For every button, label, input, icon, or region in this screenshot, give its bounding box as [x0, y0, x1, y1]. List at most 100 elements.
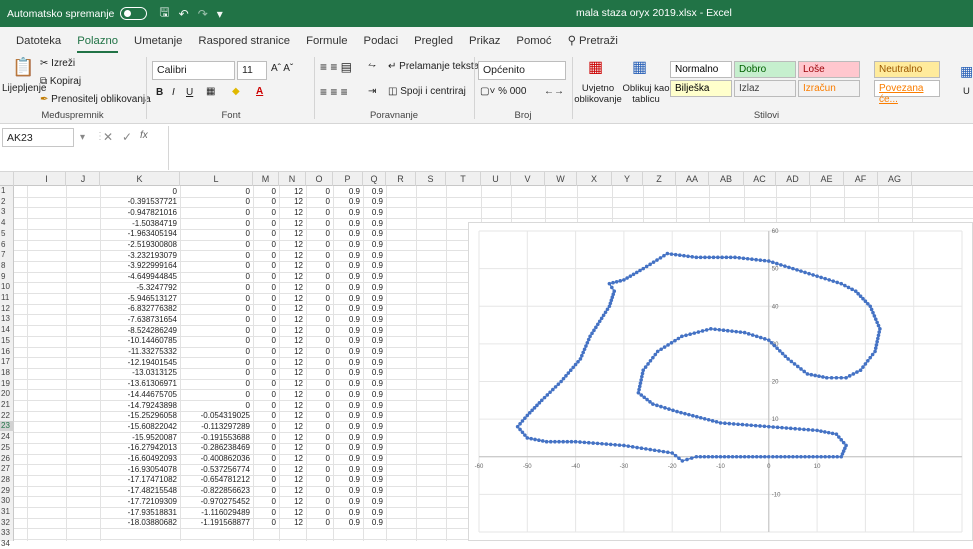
row-header[interactable]: 10 — [0, 282, 14, 292]
cell-style-8[interactable]: Povezana će... — [874, 80, 940, 105]
table-cell[interactable]: 0 — [306, 219, 330, 229]
table-cell[interactable]: 0.9 — [333, 294, 360, 304]
table-cell[interactable]: -17.93518831 — [100, 508, 177, 518]
table-cell[interactable]: 0 — [306, 208, 330, 218]
table-cell[interactable]: 0.9 — [333, 272, 360, 282]
column-header-ad[interactable]: AD — [776, 172, 810, 186]
row-header[interactable]: 4 — [0, 218, 14, 228]
table-cell[interactable]: 0 — [253, 508, 276, 518]
row-header[interactable]: 32 — [0, 518, 14, 528]
table-cell[interactable]: 0 — [253, 315, 276, 325]
table-cell[interactable]: 0 — [253, 272, 276, 282]
table-cell[interactable]: -6.832776382 — [100, 304, 177, 314]
row-header[interactable]: 21 — [0, 400, 14, 410]
column-header-x[interactable]: X — [577, 172, 612, 186]
currency-icon[interactable]: ▢˅ % 000 — [480, 86, 526, 97]
table-cell[interactable]: 0 — [180, 229, 250, 239]
table-cell[interactable]: -17.48215548 — [100, 486, 177, 496]
border-icon[interactable]: ▦ — [206, 86, 215, 97]
table-cell[interactable]: 12 — [279, 497, 303, 507]
table-cell[interactable]: 0.9 — [363, 508, 383, 518]
table-cell[interactable]: 12 — [279, 294, 303, 304]
table-format-icon[interactable]: ▦ — [632, 57, 647, 77]
table-cell[interactable]: -0.286238469 — [180, 443, 250, 453]
row-header[interactable]: 26 — [0, 454, 14, 464]
row-header[interactable]: 19 — [0, 379, 14, 389]
table-cell[interactable]: 0 — [306, 433, 330, 443]
column-header-z[interactable]: Z — [643, 172, 676, 186]
table-cell[interactable]: 0 — [253, 475, 276, 485]
table-cell[interactable]: -3.232193079 — [100, 251, 177, 261]
table-cell[interactable]: -2.519300808 — [100, 240, 177, 250]
table-cell[interactable]: 0 — [306, 443, 330, 453]
table-cell[interactable]: -5.946513127 — [100, 294, 177, 304]
cell-style-5[interactable]: Bilješka — [670, 80, 732, 97]
formula-input[interactable] — [168, 126, 973, 170]
underline-icon[interactable]: U — [186, 87, 193, 98]
table-cell[interactable]: 12 — [279, 326, 303, 336]
row-header[interactable]: 29 — [0, 486, 14, 496]
table-cell[interactable]: 0 — [180, 283, 250, 293]
column-header-n[interactable]: N — [279, 172, 306, 186]
table-cell[interactable]: 0 — [306, 508, 330, 518]
table-cell[interactable]: 0.9 — [333, 518, 360, 528]
table-cell[interactable]: 12 — [279, 197, 303, 207]
align-top-icon[interactable]: ≡ ≡ ▤ — [320, 60, 352, 74]
table-cell[interactable]: 0.9 — [333, 187, 360, 197]
table-cell[interactable]: -15.9520087 — [100, 433, 177, 443]
column-header-o[interactable]: O — [306, 172, 333, 186]
row-header[interactable]: 2 — [0, 197, 14, 207]
table-cell[interactable]: 12 — [279, 240, 303, 250]
table-cell[interactable]: 0 — [180, 326, 250, 336]
search-tab[interactable]: ⚲ Pretraži — [560, 34, 626, 53]
table-cell[interactable]: -17.17471082 — [100, 475, 177, 485]
table-cell[interactable]: 0.9 — [363, 315, 383, 325]
table-cell[interactable]: 12 — [279, 261, 303, 271]
tab-data[interactable]: Podaci — [356, 35, 407, 53]
table-cell[interactable]: 0 — [253, 390, 276, 400]
table-cell[interactable]: 0 — [253, 219, 276, 229]
table-cell[interactable]: 0.9 — [363, 497, 383, 507]
table-cell[interactable]: 0 — [306, 411, 330, 421]
table-cell[interactable]: 0 — [253, 208, 276, 218]
insert-function-icon[interactable]: fx — [140, 130, 148, 141]
table-cell[interactable]: 12 — [279, 379, 303, 389]
row-header[interactable]: 24 — [0, 432, 14, 442]
table-cell[interactable]: -16.27942013 — [100, 443, 177, 453]
column-header-s[interactable]: S — [416, 172, 446, 186]
table-cell[interactable]: 0.9 — [333, 433, 360, 443]
table-cell[interactable]: 12 — [279, 518, 303, 528]
table-cell[interactable]: 0 — [253, 518, 276, 528]
table-cell[interactable]: -13.61306971 — [100, 379, 177, 389]
column-header-ac[interactable]: AC — [744, 172, 776, 186]
table-cell[interactable]: -16.93054078 — [100, 465, 177, 475]
table-cell[interactable]: 0.9 — [333, 454, 360, 464]
table-cell[interactable]: 0.9 — [333, 261, 360, 271]
table-cell[interactable]: -0.654781212 — [180, 475, 250, 485]
column-header-q[interactable]: Q — [363, 172, 386, 186]
table-cell[interactable]: 12 — [279, 401, 303, 411]
table-cell[interactable]: 0 — [306, 422, 330, 432]
table-cell[interactable]: 0 — [180, 379, 250, 389]
table-cell[interactable]: 0.9 — [363, 272, 383, 282]
table-cell[interactable]: -0.822856623 — [180, 486, 250, 496]
table-cell[interactable]: 0.9 — [333, 390, 360, 400]
table-cell[interactable]: 12 — [279, 347, 303, 357]
row-header[interactable]: 18 — [0, 368, 14, 378]
table-cell[interactable]: 0.9 — [333, 315, 360, 325]
table-cell[interactable]: 0 — [100, 187, 177, 197]
table-cell[interactable]: 0 — [253, 422, 276, 432]
table-cell[interactable]: 0 — [180, 336, 250, 346]
row-header[interactable]: 6 — [0, 240, 14, 250]
format-as-table-button[interactable]: Oblikuj kao tablicu — [622, 83, 670, 105]
table-cell[interactable]: -1.191568877 — [180, 518, 250, 528]
column-header-v[interactable]: V — [511, 172, 545, 186]
table-cell[interactable]: 12 — [279, 358, 303, 368]
table-cell[interactable]: 12 — [279, 208, 303, 218]
table-cell[interactable]: -16.60492093 — [100, 454, 177, 464]
table-cell[interactable]: 0 — [306, 272, 330, 282]
table-cell[interactable]: 0.9 — [363, 336, 383, 346]
table-cell[interactable]: 0.9 — [333, 208, 360, 218]
table-cell[interactable]: 0 — [306, 497, 330, 507]
table-cell[interactable]: -0.391537721 — [100, 197, 177, 207]
